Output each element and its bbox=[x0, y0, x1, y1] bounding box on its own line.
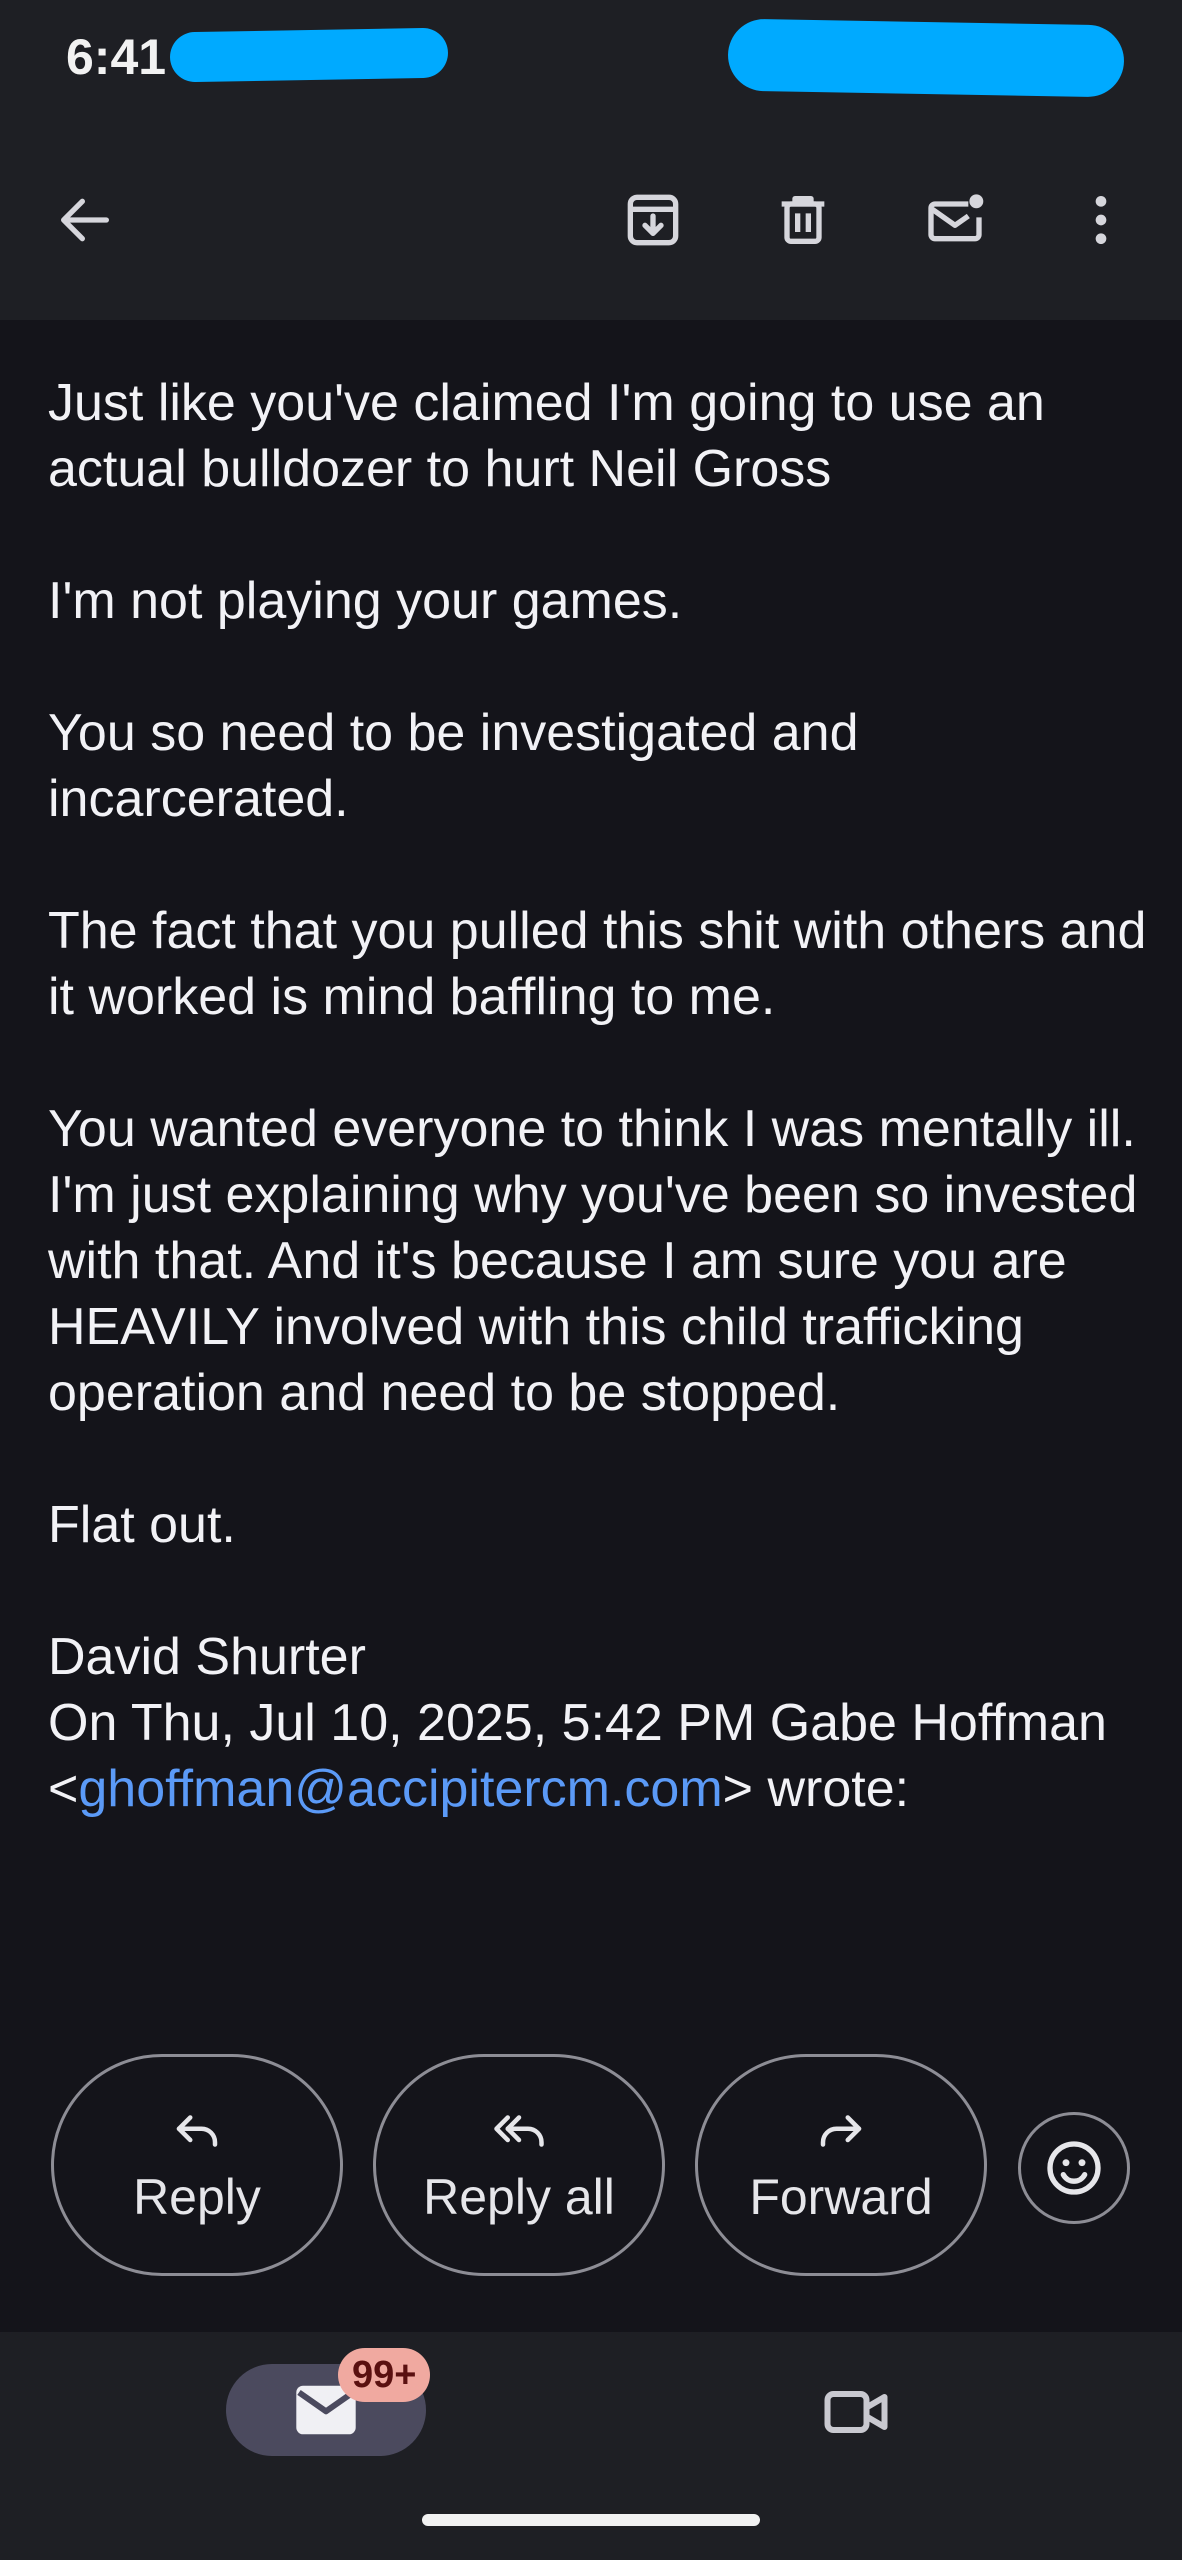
smiley-icon bbox=[1047, 2141, 1101, 2195]
email-paragraph: You so need to be investigated and incar… bbox=[48, 704, 873, 828]
delete-button[interactable] bbox=[758, 120, 848, 320]
video-camera-icon[interactable] bbox=[820, 2376, 892, 2448]
mark-unread-button[interactable] bbox=[910, 120, 1000, 320]
reply-icon bbox=[176, 2115, 218, 2147]
more-vertical-icon bbox=[1095, 196, 1107, 244]
email-body: Just like you've claimed I'm going to us… bbox=[48, 370, 1148, 1822]
reply-all-label: Reply all bbox=[423, 2169, 615, 2225]
forward-icon bbox=[820, 2115, 862, 2147]
forward-button[interactable]: Forward bbox=[695, 2054, 987, 2276]
email-paragraph: The fact that you pulled this shit with … bbox=[48, 902, 1161, 1026]
redaction-mark bbox=[169, 27, 449, 83]
add-reaction-button[interactable] bbox=[1018, 2112, 1130, 2224]
archive-icon bbox=[627, 194, 679, 246]
sender-email-link[interactable]: ghoffman@accipitercm.com bbox=[78, 1760, 722, 1818]
forward-label: Forward bbox=[749, 2169, 933, 2225]
archive-button[interactable] bbox=[608, 120, 698, 320]
status-bar: 6:41 bbox=[0, 0, 1182, 120]
home-indicator[interactable] bbox=[422, 2514, 760, 2526]
arrow-left-icon bbox=[61, 198, 109, 242]
email-paragraph: Just like you've claimed I'm going to us… bbox=[48, 374, 1060, 498]
unread-count-badge: 99+ bbox=[338, 2348, 431, 2402]
mark-unread-icon bbox=[928, 194, 984, 242]
status-time: 6:41 bbox=[66, 29, 167, 85]
reply-label: Reply bbox=[133, 2169, 261, 2225]
back-button[interactable] bbox=[40, 120, 130, 320]
trash-icon bbox=[781, 196, 825, 244]
email-signature: David Shurter bbox=[48, 1628, 366, 1686]
email-actions: Reply Reply all Forward bbox=[0, 2054, 1182, 2280]
email-toolbar bbox=[0, 120, 1182, 320]
reply-all-icon bbox=[494, 2115, 544, 2147]
quoted-header-suffix: > wrote: bbox=[722, 1760, 910, 1818]
more-options-button[interactable] bbox=[1056, 120, 1146, 320]
quoted-header: On Thu, Jul 10, 2025, 5:42 PM Gabe Hoffm… bbox=[48, 1690, 1148, 1822]
email-paragraph: I'm not playing your games. bbox=[48, 572, 683, 630]
reply-button[interactable]: Reply bbox=[51, 2054, 343, 2276]
email-paragraph: You wanted everyone to think I was menta… bbox=[48, 1100, 1152, 1422]
redaction-mark bbox=[727, 18, 1125, 98]
reply-all-button[interactable]: Reply all bbox=[373, 2054, 665, 2276]
email-paragraph: Flat out. bbox=[48, 1496, 236, 1554]
